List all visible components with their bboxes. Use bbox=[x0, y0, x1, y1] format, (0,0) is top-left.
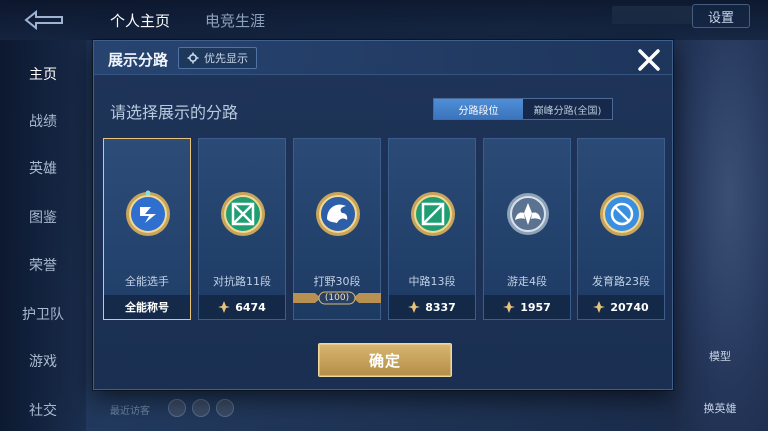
visitor-avatar[interactable] bbox=[192, 399, 210, 417]
card-footer: 全能称号 bbox=[104, 295, 190, 319]
lane-score: 20740 bbox=[610, 300, 649, 314]
lane-name: 游走4段 bbox=[507, 275, 547, 288]
lane-card-mid[interactable]: 中路13段 8337 bbox=[388, 138, 476, 320]
select-lane-prompt: 请选择展示的分路 bbox=[110, 103, 239, 122]
recent-visitors-label: 最近访客 bbox=[110, 406, 150, 417]
lane-card-all-round[interactable]: 全能选手 全能称号 bbox=[103, 138, 191, 320]
power-icon bbox=[218, 301, 231, 313]
card-footer: 8337 bbox=[389, 295, 475, 319]
lane-card-farm[interactable]: 发育路23段 20740 bbox=[577, 138, 665, 320]
sidebar-item-codex[interactable]: 图鉴 bbox=[0, 207, 86, 227]
all-round-title: 全能称号 bbox=[125, 301, 169, 314]
top-bar: 个人主页 电竞生涯 设置 bbox=[0, 0, 768, 40]
confirm-button[interactable]: 确定 bbox=[318, 343, 452, 377]
toggle-peak-lane[interactable]: 巅峰分路(全国) bbox=[523, 99, 612, 119]
lane-score: 8337 bbox=[425, 300, 456, 314]
visitor-avatar[interactable] bbox=[216, 399, 234, 417]
mid-lane-icon bbox=[411, 192, 455, 236]
toggle-lane-rank[interactable]: 分路段位 bbox=[434, 99, 523, 119]
lane-score: 6474 bbox=[235, 300, 266, 314]
sidebar-item-heroes[interactable]: 英雄 bbox=[0, 158, 86, 178]
priority-label: 优先显示 bbox=[204, 52, 248, 65]
power-icon bbox=[593, 301, 606, 313]
lane-display-dialog: 展示分路 优先显示 请选择展示的分路 分路段位 巅峰分路(全国) 全能选手 全能… bbox=[93, 40, 673, 390]
lane-mode-toggle: 分路段位 巅峰分路(全国) bbox=[433, 98, 613, 120]
close-icon[interactable] bbox=[634, 45, 664, 75]
sidebar-item-honor[interactable]: 荣誉 bbox=[0, 255, 86, 275]
dialog-header: 展示分路 优先显示 bbox=[94, 41, 672, 75]
lane-name: 中路13段 bbox=[408, 275, 456, 288]
switch-hero-label[interactable]: 换英雄 bbox=[690, 400, 750, 416]
back-icon[interactable] bbox=[22, 8, 66, 32]
priority-display-button[interactable]: 优先显示 bbox=[178, 47, 257, 69]
lane-card-roam[interactable]: 游走4段 1957 bbox=[483, 138, 571, 320]
sidebar-item-guard[interactable]: 护卫队 bbox=[0, 304, 86, 324]
sidebar-item-home[interactable]: 主页 bbox=[0, 64, 86, 84]
lane-name: 发育路23段 bbox=[592, 275, 650, 288]
gear-icon bbox=[187, 52, 199, 64]
sidebar: 主页 战绩 英雄 图鉴 荣誉 护卫队 游戏 社交 bbox=[0, 40, 86, 431]
card-footer: 20740 bbox=[578, 295, 664, 319]
power-icon bbox=[503, 301, 516, 313]
sidebar-item-social[interactable]: 社交 bbox=[0, 400, 86, 420]
lane-card-jungle[interactable]: 打野30段 (100) bbox=[293, 138, 381, 320]
power-icon bbox=[408, 301, 421, 313]
tab-profile[interactable]: 个人主页 bbox=[110, 10, 170, 31]
card-footer: 6474 bbox=[199, 295, 285, 319]
status-bar bbox=[612, 6, 692, 24]
sidebar-item-games[interactable]: 游戏 bbox=[0, 351, 86, 371]
visitor-avatar[interactable] bbox=[168, 399, 186, 417]
lane-score: 1957 bbox=[520, 300, 551, 314]
farm-lane-icon bbox=[600, 192, 644, 236]
sidebar-item-record[interactable]: 战绩 bbox=[0, 111, 86, 131]
dialog-title: 展示分路 bbox=[108, 51, 169, 69]
hero-model-area: 模型 换英雄 bbox=[672, 40, 768, 431]
jungle-dragon-icon bbox=[316, 192, 360, 236]
lane-name: 打野30段 bbox=[313, 275, 361, 288]
model-label[interactable]: 模型 bbox=[690, 348, 750, 364]
lane-card-clash[interactable]: 对抗路11段 6474 bbox=[198, 138, 286, 320]
lane-name: 对抗路11段 bbox=[213, 275, 271, 288]
roam-wings-icon bbox=[507, 193, 549, 235]
clash-lane-icon bbox=[221, 192, 265, 236]
star-count: (100) bbox=[324, 293, 350, 303]
lane-card-list: 全能选手 全能称号 对抗路11段 6474 打野30段 (100) 中路13段 … bbox=[103, 138, 665, 320]
all-round-icon bbox=[126, 190, 170, 236]
card-footer: 1957 bbox=[484, 295, 570, 319]
tab-esports[interactable]: 电竞生涯 bbox=[205, 10, 265, 31]
lane-name: 全能选手 bbox=[125, 275, 169, 288]
settings-button[interactable]: 设置 bbox=[692, 4, 750, 28]
